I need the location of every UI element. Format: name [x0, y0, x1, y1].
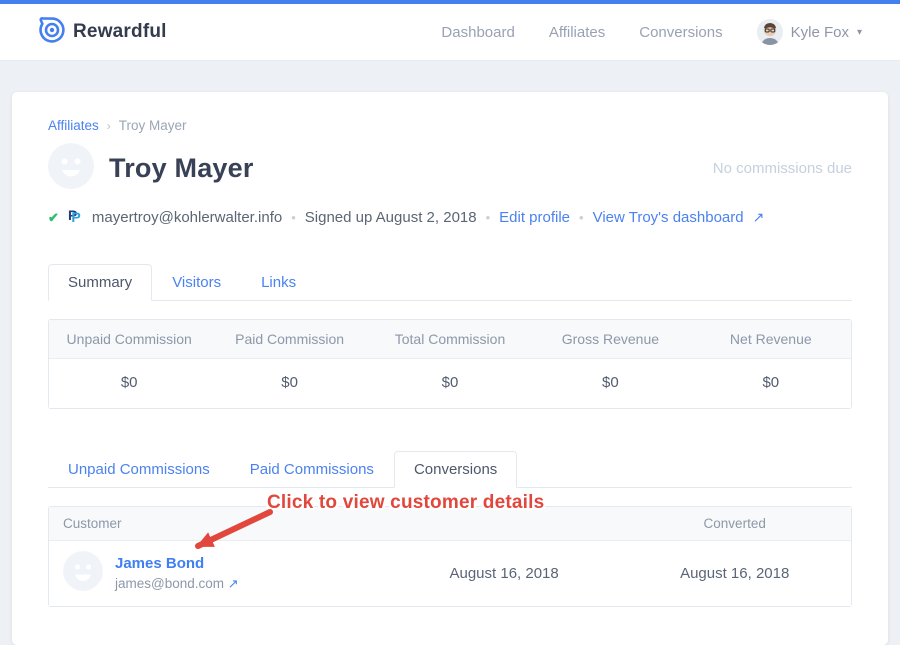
tab-unpaid-commissions[interactable]: Unpaid Commissions [48, 451, 230, 488]
top-navbar: Rewardful Dashboard Affiliates Conversio… [0, 4, 900, 61]
stats-header-total: Total Commission [370, 320, 530, 358]
user-menu[interactable]: Kyle Fox ▾ [757, 19, 862, 45]
affiliate-email: mayertroy@kohlerwalter.info [92, 209, 282, 226]
tab-paid-commissions[interactable]: Paid Commissions [230, 451, 394, 488]
stats-value-net: $0 [691, 359, 851, 408]
dot-separator: • [291, 210, 296, 225]
svg-text:P: P [71, 209, 80, 224]
commission-stats-table: Unpaid Commission Paid Commission Total … [48, 319, 852, 409]
nav-link-affiliates[interactable]: Affiliates [549, 24, 605, 41]
brand-logo[interactable]: Rewardful [38, 16, 167, 49]
stats-values-row: $0 $0 $0 $0 $0 [49, 359, 851, 408]
stats-value-gross: $0 [530, 359, 690, 408]
breadcrumb-current: Troy Mayer [119, 118, 187, 133]
breadcrumb-separator: › [107, 119, 111, 133]
tab-summary[interactable]: Summary [48, 264, 152, 301]
user-avatar [757, 19, 783, 45]
user-name: Kyle Fox [791, 24, 849, 41]
table-row: James Bond james@bond.com ↗ August 16, 2… [49, 541, 851, 606]
dot-separator: • [486, 210, 491, 225]
customer-cell: James Bond james@bond.com ↗ [49, 551, 390, 596]
column-header-converted: Converted [618, 507, 851, 540]
affiliate-avatar [48, 143, 94, 194]
commissions-tabs: Unpaid Commissions Paid Commissions Conv… [48, 451, 852, 488]
verified-check-icon: ✔ [48, 210, 59, 226]
summary-tabs: Summary Visitors Links [48, 264, 852, 301]
middle-date-cell: August 16, 2018 [390, 565, 619, 582]
view-dashboard-link[interactable]: View Troy's dashboard [593, 209, 744, 226]
edit-profile-link[interactable]: Edit profile [499, 209, 570, 226]
dot-separator: • [579, 210, 584, 225]
stats-header-net: Net Revenue [691, 320, 851, 358]
brand-name: Rewardful [73, 21, 167, 43]
column-header-customer: Customer [49, 507, 390, 540]
signup-date: Signed up August 2, 2018 [305, 209, 477, 226]
stats-value-unpaid: $0 [49, 359, 209, 408]
tab-links[interactable]: Links [241, 264, 316, 301]
nav-link-conversions[interactable]: Conversions [639, 24, 722, 41]
nav-link-dashboard[interactable]: Dashboard [441, 24, 514, 41]
conversions-table: Customer Converted James Bond james@ [48, 506, 852, 607]
stats-value-total: $0 [370, 359, 530, 408]
paypal-icon: P P [68, 207, 83, 228]
profile-header: Troy Mayer No commissions due [48, 143, 852, 194]
affiliate-detail-card: Affiliates › Troy Mayer Troy Mayer No co… [12, 92, 888, 645]
page-title: Troy Mayer [109, 153, 254, 184]
rewardful-logo-icon [38, 16, 66, 49]
stats-header-unpaid: Unpaid Commission [49, 320, 209, 358]
tab-visitors[interactable]: Visitors [152, 264, 241, 301]
customer-avatar [63, 551, 103, 596]
stats-header-gross: Gross Revenue [530, 320, 690, 358]
breadcrumb-affiliates-link[interactable]: Affiliates [48, 118, 99, 133]
customer-name-link[interactable]: James Bond [115, 555, 204, 572]
external-link-icon: ↗ [228, 576, 239, 591]
stats-header-paid: Paid Commission [209, 320, 369, 358]
customer-email[interactable]: james@bond.com ↗ [115, 576, 239, 592]
profile-meta-row: ✔ P P mayertroy@kohlerwalter.info • Sign… [48, 207, 852, 228]
conversions-header-row: Customer Converted [49, 507, 851, 541]
column-header-middle [390, 507, 619, 540]
stats-value-paid: $0 [209, 359, 369, 408]
stats-header-row: Unpaid Commission Paid Commission Total … [49, 320, 851, 359]
chevron-down-icon: ▾ [857, 27, 862, 38]
external-link-icon: ↗ [753, 209, 765, 226]
breadcrumb: Affiliates › Troy Mayer [48, 118, 852, 133]
tab-conversions[interactable]: Conversions [394, 451, 517, 488]
commissions-due-note: No commissions due [713, 160, 852, 177]
converted-date-cell: August 16, 2018 [618, 565, 851, 582]
